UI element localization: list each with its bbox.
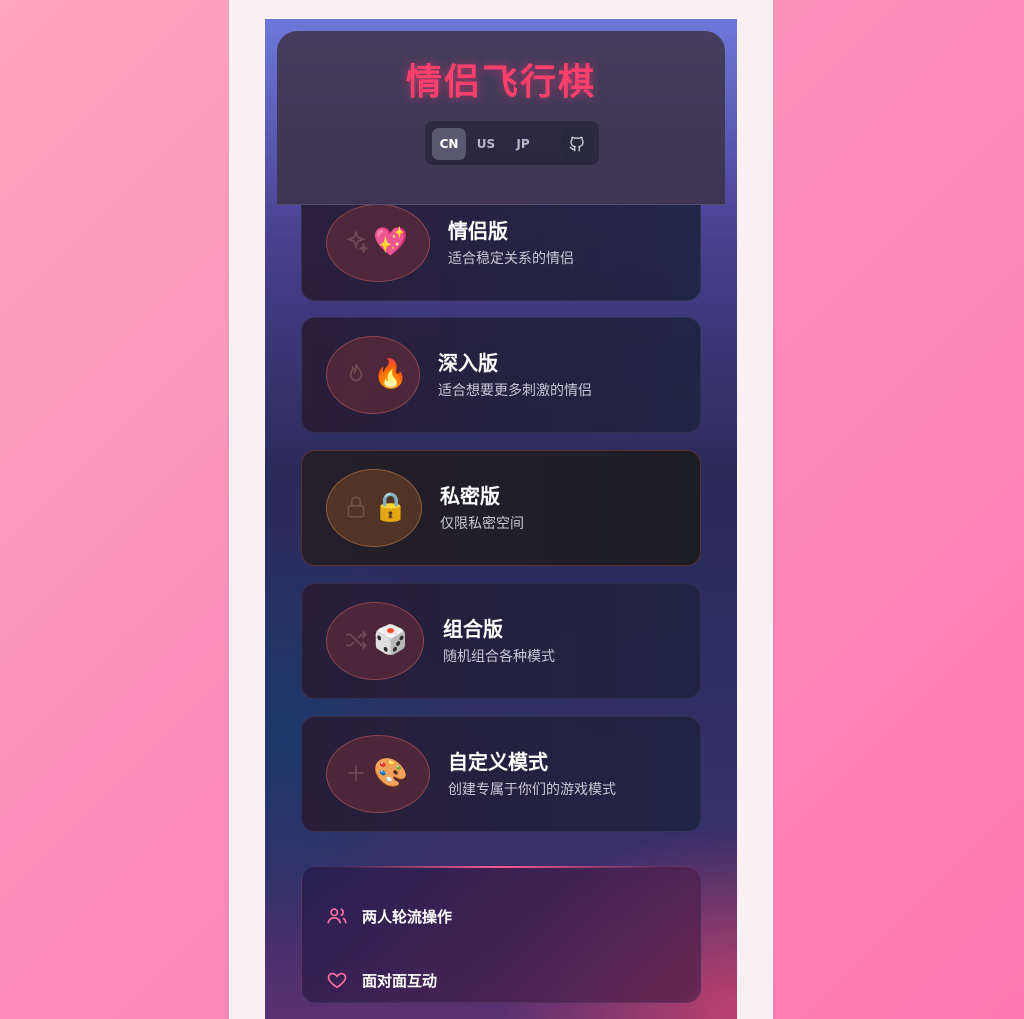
lock-emoji-icon: 🔒 bbox=[373, 490, 408, 523]
mode-icon-circle: 🔒 bbox=[326, 469, 422, 547]
mode-card-private[interactable]: 🔒 私密版 仅限私密空间 bbox=[301, 450, 701, 566]
fire-emoji-icon: 🔥 bbox=[373, 357, 408, 390]
mode-desc: 随机组合各种模式 bbox=[443, 649, 555, 665]
flame-icon bbox=[349, 363, 363, 382]
feature-item: 面对面互动 bbox=[326, 968, 437, 992]
github-icon bbox=[569, 136, 584, 152]
lang-button-cn[interactable]: CN bbox=[432, 128, 466, 160]
sparkles-icon bbox=[346, 229, 369, 254]
heart-emoji-icon: 💖 bbox=[373, 225, 408, 258]
mode-desc: 适合稳定关系的情侣 bbox=[448, 251, 574, 267]
language-switcher: CN US JP bbox=[425, 121, 599, 165]
plus-icon bbox=[348, 765, 364, 781]
dice-emoji-icon: 🎲 bbox=[373, 623, 408, 656]
palette-emoji-icon: 🎨 bbox=[373, 756, 408, 789]
mode-title: 组合版 bbox=[443, 617, 503, 641]
app-header: 情侣飞行棋 CN US JP bbox=[277, 31, 725, 205]
mode-icon-circle: 🎲 bbox=[326, 602, 424, 680]
app-title: 情侣飞行棋 bbox=[405, 62, 596, 103]
mode-icon-circle: 🔥 bbox=[326, 336, 420, 414]
mode-desc: 适合想要更多刺激的情侣 bbox=[438, 383, 592, 399]
mode-desc: 仅限私密空间 bbox=[440, 516, 524, 532]
mode-card-custom[interactable]: 🎨 自定义模式 创建专属于你们的游戏模式 bbox=[301, 716, 701, 832]
mode-desc: 创建专属于你们的游戏模式 bbox=[448, 782, 616, 798]
mode-title: 情侣版 bbox=[448, 219, 508, 243]
mode-card-deep[interactable]: 🔥 深入版 适合想要更多刺激的情侣 bbox=[301, 317, 701, 433]
feature-label: 两人轮流操作 bbox=[362, 907, 453, 926]
lock-icon bbox=[347, 496, 365, 518]
mode-title: 自定义模式 bbox=[448, 750, 548, 774]
feature-label: 面对面互动 bbox=[362, 971, 438, 990]
mode-title: 深入版 bbox=[438, 351, 498, 375]
mode-title: 私密版 bbox=[440, 484, 500, 508]
lang-button-jp[interactable]: JP bbox=[506, 128, 540, 160]
mode-icon-circle: 💖 bbox=[326, 204, 430, 282]
users-icon bbox=[327, 908, 347, 924]
app-screen: 💖 情侣版 适合稳定关系的情侣 🔥 深入版 适合想要更多刺激的情侣 🔒 私密版 … bbox=[265, 19, 737, 1019]
mode-card-combo[interactable]: 🎲 组合版 随机组合各种模式 bbox=[301, 583, 701, 699]
features-panel: 两人轮流操作 面对面互动 bbox=[301, 866, 701, 1003]
feature-item: 两人轮流操作 bbox=[326, 904, 452, 928]
shuffle-icon bbox=[346, 630, 367, 650]
lang-button-us[interactable]: US bbox=[469, 128, 503, 160]
heart-icon bbox=[327, 972, 347, 989]
github-button[interactable] bbox=[561, 128, 593, 160]
mode-icon-circle: 🎨 bbox=[326, 735, 430, 813]
